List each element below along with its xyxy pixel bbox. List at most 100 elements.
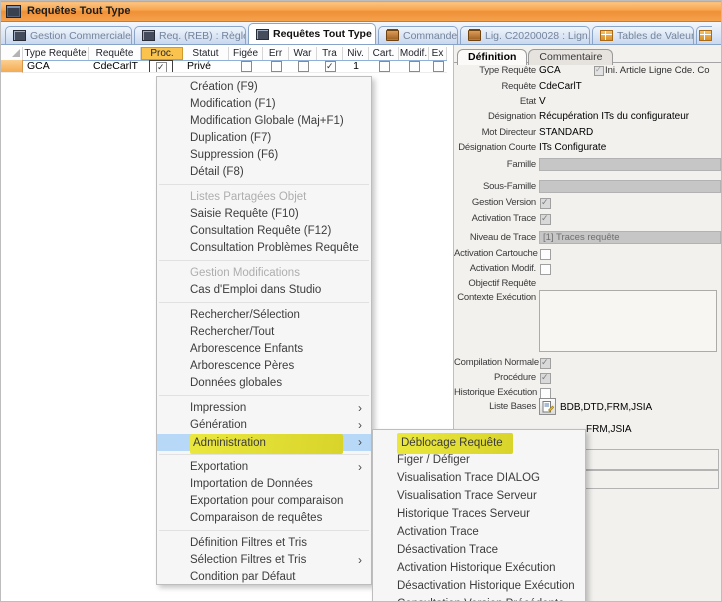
column-header-modif[interactable]: Modif.: [399, 47, 429, 60]
compilation-normale-checkbox[interactable]: [540, 358, 551, 369]
table-row[interactable]: GCA CdeCarlT Privé 1: [1, 60, 447, 73]
column-header-err[interactable]: Err: [263, 47, 289, 60]
tab-label: Gestion Commerciale ...: [30, 30, 132, 42]
contexte-execution-textarea[interactable]: [539, 290, 717, 352]
column-header-proc[interactable]: Proc.: [141, 47, 183, 60]
column-header-type-requete[interactable]: Type Requête: [23, 47, 89, 60]
tab-cut-off[interactable]: [696, 26, 712, 44]
menu-item[interactable]: ›: [157, 451, 371, 459]
submenu-item[interactable]: Consultation Version Précédente: [373, 595, 585, 602]
tab-commentaire[interactable]: Commentaire: [528, 49, 613, 65]
cart-checkbox[interactable]: [379, 61, 390, 72]
menu-item-label: Exportation pour comparaison: [190, 495, 343, 507]
ex-checkbox[interactable]: [433, 61, 444, 72]
submenu-item[interactable]: Visualisation Trace Serveur: [373, 487, 585, 505]
menu-item[interactable]: Exportation ›: [157, 459, 371, 476]
menu-item[interactable]: Impression ›: [157, 400, 371, 417]
gestion-version-checkbox[interactable]: [540, 198, 551, 209]
row-selector-cell[interactable]: [1, 60, 23, 73]
menu-item[interactable]: ›: [157, 527, 371, 535]
err-checkbox[interactable]: [271, 61, 282, 72]
submenu-item-label: Visualisation Trace Serveur: [397, 490, 537, 502]
column-header-requete[interactable]: Requête: [89, 47, 141, 60]
menu-item[interactable]: Modification (F1) ›: [157, 96, 371, 113]
tab-req-reb-regles[interactable]: Req. (REB) : Règles DIA...: [134, 26, 246, 44]
ini-checkbox[interactable]: [594, 66, 604, 76]
submenu-item[interactable]: Désactivation Historique Exécution: [373, 577, 585, 595]
menu-item[interactable]: Arborescence Pères ›: [157, 358, 371, 375]
menu-item[interactable]: Arborescence Enfants ›: [157, 341, 371, 358]
submenu-item[interactable]: Historique Traces Serveur: [373, 505, 585, 523]
menu-item[interactable]: Saisie Requête (F10) ›: [157, 206, 371, 223]
menu-item[interactable]: ›: [157, 257, 371, 265]
column-header-statut[interactable]: Statut: [183, 47, 229, 60]
figee-checkbox[interactable]: [241, 61, 252, 72]
menu-item[interactable]: Rechercher/Sélection ›: [157, 307, 371, 324]
menu-item[interactable]: ›: [157, 299, 371, 307]
menu-item[interactable]: Condition par Défaut ›: [157, 569, 371, 586]
tab-lig-c20200028[interactable]: Lig. C20200028 : Lign...: [460, 26, 590, 44]
niveau-de-trace-field[interactable]: [1] Traces requête: [539, 231, 721, 244]
sous-famille-field[interactable]: [539, 180, 721, 193]
select-all-cell[interactable]: [1, 47, 23, 60]
monitor-icon: [13, 30, 26, 41]
submenu-item-label: Activation Historique Exécution: [397, 562, 556, 574]
menu-item[interactable]: ›: [157, 392, 371, 400]
field-label: Désignation Courte: [454, 142, 536, 153]
war-checkbox[interactable]: [298, 61, 309, 72]
procedure-checkbox[interactable]: [540, 373, 551, 384]
tab-gestion-commerciale[interactable]: Gestion Commerciale ...: [5, 26, 132, 44]
menu-item[interactable]: Cas d'Emploi dans Studio ›: [157, 282, 371, 299]
menu-item[interactable]: Détail (F8) ›: [157, 164, 371, 181]
column-header-ex[interactable]: Ex: [429, 47, 447, 60]
menu-item-label: Condition par Défaut: [190, 571, 295, 583]
menu-item[interactable]: Création (F9) ›: [157, 79, 371, 96]
tab-definition[interactable]: Définition: [457, 49, 527, 65]
menu-item[interactable]: Modification Globale (Maj+F1) ›: [157, 113, 371, 130]
menu-item[interactable]: Importation de Données ›: [157, 476, 371, 493]
menu-item[interactable]: Sélection Filtres et Tris ›: [157, 552, 371, 569]
menu-item[interactable]: Définition Filtres et Tris ›: [157, 535, 371, 552]
menu-item[interactable]: ›: [157, 181, 371, 189]
column-header-figee[interactable]: Figée: [229, 47, 263, 60]
menu-item[interactable]: Génération ›: [157, 417, 371, 434]
submenu-item-label: Consultation Version Précédente: [397, 598, 565, 602]
menu-item[interactable]: Exportation pour comparaison ›: [157, 493, 371, 510]
column-header-niv[interactable]: Niv.: [343, 47, 369, 60]
tab-commandes[interactable]: Commandes: [378, 26, 458, 44]
submenu-item-label: Désactivation Trace: [397, 544, 498, 556]
submenu-item[interactable]: Visualisation Trace DIALOG: [373, 469, 585, 487]
menu-item-label: Rechercher/Tout: [190, 326, 274, 338]
submenu-arrow-icon: ›: [358, 552, 362, 569]
menu-item[interactable]: Suppression (F6) ›: [157, 147, 371, 164]
submenu-arrow-icon: ›: [358, 417, 362, 434]
field-label: Contexte Exécution: [454, 292, 536, 303]
menu-item[interactable]: Comparaison de requêtes ›: [157, 510, 371, 527]
tab-tables-de-valeurs[interactable]: Tables de Valeurs: [592, 26, 694, 44]
column-header-war[interactable]: War: [289, 47, 317, 60]
menu-item[interactable]: Gestion Modifications ›: [157, 265, 371, 282]
menu-item[interactable]: Duplication (F7) ›: [157, 130, 371, 147]
menu-item[interactable]: Données globales ›: [157, 375, 371, 392]
tra-checkbox[interactable]: [325, 61, 336, 72]
menu-item[interactable]: Consultation Requête (F12) ›: [157, 223, 371, 240]
column-header-tra[interactable]: Tra: [317, 47, 343, 60]
submenu-item[interactable]: Activation Historique Exécution: [373, 559, 585, 577]
tab-requetes-tout-type[interactable]: Requêtes Tout Type: [248, 23, 376, 44]
submenu-item[interactable]: Désactivation Trace: [373, 541, 585, 559]
famille-field[interactable]: [539, 158, 721, 171]
menu-item-administration[interactable]: Administration ›: [157, 434, 371, 451]
column-header-cart[interactable]: Cart.: [369, 47, 399, 60]
submenu-item-deblocage-requete[interactable]: Déblocage Requête: [373, 433, 585, 451]
activation-modif-checkbox[interactable]: [540, 264, 551, 275]
activation-trace-checkbox[interactable]: [540, 214, 551, 225]
modif-checkbox[interactable]: [409, 61, 420, 72]
proc-checkbox[interactable]: [156, 62, 167, 73]
menu-item[interactable]: Consultation Problèmes Requête ›: [157, 240, 371, 257]
menu-item[interactable]: Rechercher/Tout ›: [157, 324, 371, 341]
menu-item[interactable]: Listes Partagées Objet ›: [157, 189, 371, 206]
liste-bases-picker-button[interactable]: [539, 398, 556, 415]
submenu-item[interactable]: Activation Trace: [373, 523, 585, 541]
activation-cartouche-checkbox[interactable]: [540, 249, 551, 260]
context-menu: Création (F9) › Modification (F1) › Modi…: [156, 76, 372, 585]
